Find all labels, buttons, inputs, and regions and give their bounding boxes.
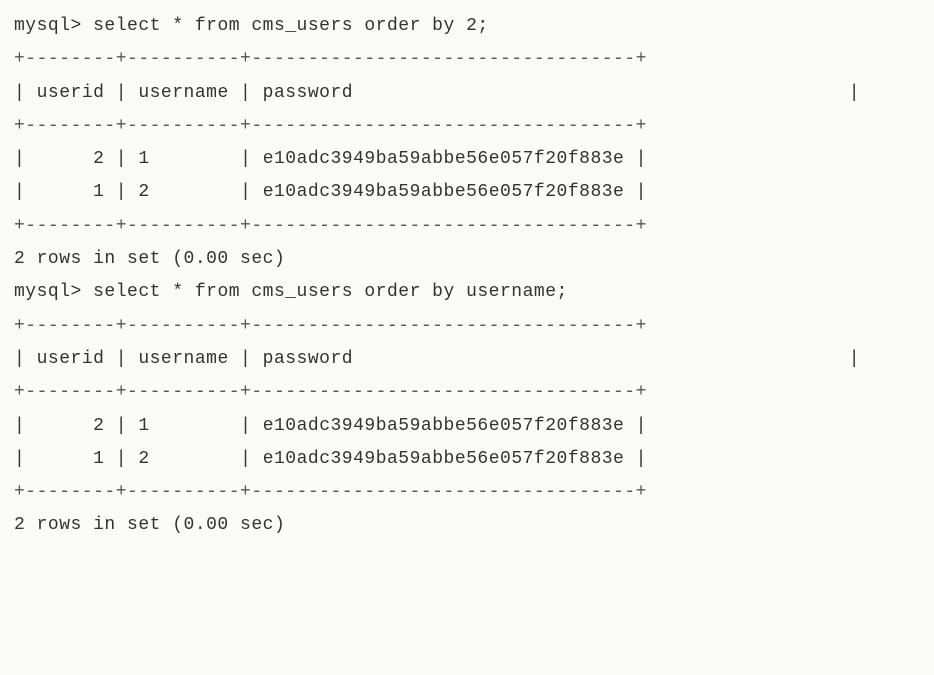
table-border-top: +--------+----------+-------------------… — [14, 43, 920, 76]
table-header-row: | userid | username | password | — [14, 343, 920, 376]
pipe-separator: | — [624, 443, 647, 476]
pipe-separator: | — [14, 443, 93, 476]
table-border-bottom: +--------+----------+-------------------… — [14, 476, 920, 509]
query-line: mysql> select * from cms_users order by … — [14, 276, 920, 309]
pipe-separator: | — [624, 410, 647, 443]
pipe-separator: | — [229, 343, 263, 376]
terminal-output: mysql> select * from cms_users order by … — [14, 10, 920, 543]
result-status: 2 rows in set (0.00 sec) — [14, 243, 920, 276]
table-border-bottom: +--------+----------+-------------------… — [14, 210, 920, 243]
cell-userid: 2 — [93, 410, 104, 443]
pipe-separator: | — [14, 77, 37, 110]
cell-password: e10adc3949ba59abbe56e057f20f883e — [263, 410, 625, 443]
pipe-separator: | — [14, 176, 93, 209]
pipe-separator: | — [14, 410, 93, 443]
pipe-separator: | — [229, 77, 263, 110]
cell-username: 2 — [138, 443, 149, 476]
cell-username: 2 — [138, 176, 149, 209]
mysql-prompt: mysql> — [14, 10, 93, 43]
table-row: | 2 | 1 | e10adc3949ba59abbe56e057f20f88… — [14, 410, 920, 443]
pipe-separator: | — [14, 343, 37, 376]
cell-username: 1 — [138, 410, 149, 443]
sql-statement: select * from cms_users order by 2; — [93, 10, 489, 43]
column-header-password: password — [263, 343, 353, 376]
pipe-separator: | — [104, 143, 138, 176]
pipe-separator: | — [624, 176, 647, 209]
cell-password: e10adc3949ba59abbe56e057f20f883e — [263, 443, 625, 476]
pipe-separator: | — [104, 176, 138, 209]
table-row: | 1 | 2 | e10adc3949ba59abbe56e057f20f88… — [14, 176, 920, 209]
cell-userid: 2 — [93, 143, 104, 176]
table-border-mid: +--------+----------+-------------------… — [14, 376, 920, 409]
sql-statement: select * from cms_users order by usernam… — [93, 276, 568, 309]
pipe-separator: | — [104, 343, 138, 376]
table-border-mid: +--------+----------+-------------------… — [14, 110, 920, 143]
pipe-separator: | — [14, 143, 93, 176]
pipe-separator: | — [150, 143, 263, 176]
pipe-separator: | — [104, 410, 138, 443]
pipe-separator: | — [150, 410, 263, 443]
column-header-username: username — [138, 343, 228, 376]
cell-password: e10adc3949ba59abbe56e057f20f883e — [263, 176, 625, 209]
cell-username: 1 — [138, 143, 149, 176]
query-line: mysql> select * from cms_users order by … — [14, 10, 920, 43]
pipe-separator: | — [104, 77, 138, 110]
result-status: 2 rows in set (0.00 sec) — [14, 509, 920, 542]
pipe-separator: | — [353, 343, 920, 376]
table-row: | 2 | 1 | e10adc3949ba59abbe56e057f20f88… — [14, 143, 920, 176]
table-border-top: +--------+----------+-------------------… — [14, 310, 920, 343]
mysql-prompt: mysql> — [14, 276, 93, 309]
column-header-password: password — [263, 77, 353, 110]
cell-userid: 1 — [93, 176, 104, 209]
pipe-separator: | — [104, 443, 138, 476]
table-row: | 1 | 2 | e10adc3949ba59abbe56e057f20f88… — [14, 443, 920, 476]
table-header-row: | userid | username | password | — [14, 77, 920, 110]
column-header-username: username — [138, 77, 228, 110]
column-header-userid: userid — [37, 343, 105, 376]
column-header-userid: userid — [37, 77, 105, 110]
pipe-separator: | — [624, 143, 647, 176]
pipe-separator: | — [150, 443, 263, 476]
cell-password: e10adc3949ba59abbe56e057f20f883e — [263, 143, 625, 176]
pipe-separator: | — [150, 176, 263, 209]
cell-userid: 1 — [93, 443, 104, 476]
pipe-separator: | — [353, 77, 920, 110]
